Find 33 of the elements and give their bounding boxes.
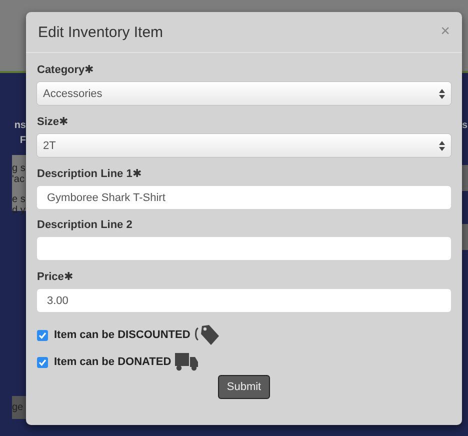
field-label: Description Line 2 [37, 219, 132, 231]
page-text: g s [12, 163, 26, 174]
select-field[interactable]: 2T [37, 134, 451, 157]
page-text: e s [12, 194, 26, 205]
field-label: Category [37, 64, 85, 76]
page-text: 'ac [12, 174, 24, 185]
checkbox[interactable] [37, 330, 48, 340]
submit-button[interactable]: Submit [218, 375, 270, 399]
updown-icon [439, 140, 445, 150]
field-label: Size [37, 116, 60, 128]
required-mark: ✱ [132, 167, 142, 180]
page-card [462, 224, 468, 250]
required-mark: ✱ [59, 115, 68, 128]
checkbox-label: Item can be DONATED [54, 356, 172, 368]
checkbox[interactable] [37, 356, 48, 368]
checkbox-label: Item can be DISCOUNTED [54, 329, 190, 341]
truck-icon [175, 352, 200, 372]
select-field[interactable]: Accessories [37, 82, 451, 105]
price-tag-icon [194, 324, 220, 346]
dialog-title: Edit Inventory Item [38, 24, 164, 40]
page-text: s [462, 120, 468, 132]
page-text: d y [12, 205, 26, 216]
field-label: Description Line 1 [37, 168, 132, 180]
page-text: ns [14, 120, 26, 132]
required-mark: ✱ [84, 63, 94, 76]
field-label: Price [37, 271, 64, 283]
updown-icon [439, 88, 445, 98]
page-card [462, 165, 468, 191]
input-field[interactable]: Gymboree Shark T-Shirt [37, 186, 451, 209]
input-field[interactable] [37, 237, 451, 260]
page-text: F [20, 135, 26, 147]
input-field[interactable]: 3.00 [37, 289, 451, 312]
required-mark: ✱ [64, 270, 73, 283]
